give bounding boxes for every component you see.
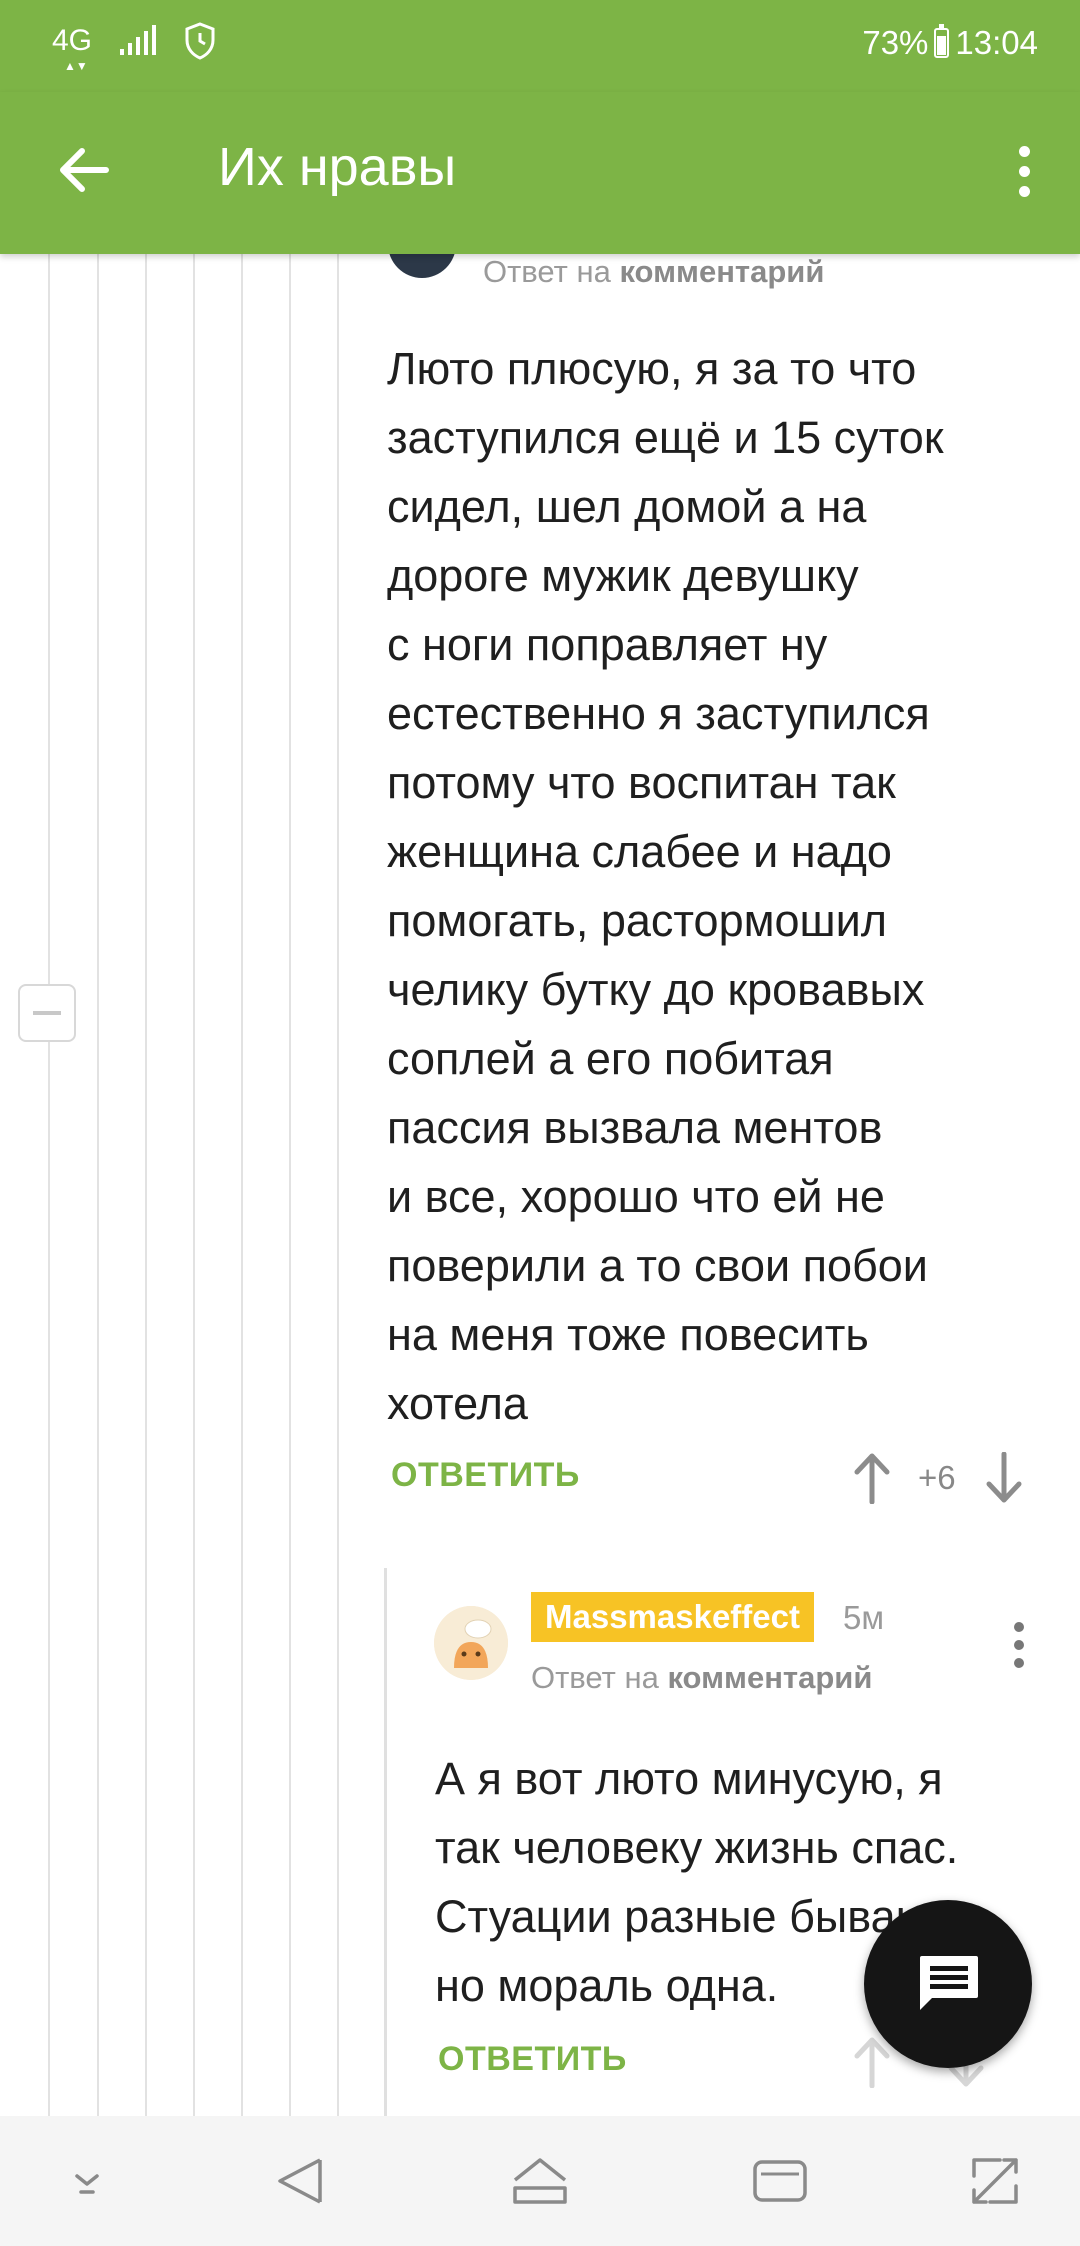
rating-value: +6: [918, 1459, 956, 1496]
comments-thread[interactable]: Ответ на комментарий Люто плюсую, я за т…: [0, 254, 1080, 2116]
comment-text: Люто плюсую, я за то что заступился ещё …: [387, 343, 944, 1429]
reply-prefix: Ответ на: [531, 1660, 659, 1695]
thread-guide-line: [48, 254, 50, 2116]
author-name[interactable]: Massmaskeffect: [531, 1592, 814, 1642]
reply-button[interactable]: ОТВЕТИТЬ: [391, 1456, 580, 1495]
back-button[interactable]: [54, 140, 114, 200]
avatar[interactable]: [388, 254, 456, 278]
reply-to-meta: Ответ на комментарий: [483, 254, 824, 290]
thread-guide-line: [289, 254, 291, 2116]
thread-guide-line: [337, 254, 339, 2116]
shield-icon: [185, 22, 215, 60]
status-left: 4G ▲▼: [52, 22, 216, 73]
collapse-thread-button[interactable]: [18, 984, 76, 1042]
reply-target-link[interactable]: комментарий: [619, 254, 824, 289]
network-label: 4G: [52, 24, 93, 57]
nav-back-button[interactable]: [268, 2146, 338, 2216]
network-indicator: 4G ▲▼: [52, 24, 93, 73]
thread-guide-line: [97, 254, 99, 2116]
nav-expand-button[interactable]: [960, 2146, 1030, 2216]
network-activity-icon: ▲▼: [64, 59, 88, 73]
nav-back-icon: [278, 2158, 322, 2204]
reply-to-meta: Ответ на комментарий: [531, 1660, 872, 1696]
thread-guide-line: [145, 254, 147, 2116]
status-bar: 4G ▲▼ 73% 13:04: [0, 0, 1080, 92]
reply-target-link[interactable]: комментарий: [667, 1660, 872, 1695]
chat-icon: [920, 1956, 978, 2010]
downvote-arrow-icon[interactable]: [984, 1452, 1024, 1504]
thread-guide-line: [241, 254, 243, 2116]
status-right: 73% 13:04: [862, 24, 1038, 62]
nav-expand-icon: [972, 2158, 1018, 2204]
signal-icon: [120, 25, 157, 55]
comment-time: 5м: [843, 1599, 885, 1636]
back-arrow-icon: [60, 148, 109, 192]
reply-button[interactable]: ОТВЕТИТЬ: [438, 2040, 627, 2079]
nav-down-button[interactable]: [52, 2146, 122, 2216]
system-nav-bar: [0, 2116, 1080, 2246]
page-title: Их нравы: [218, 137, 457, 197]
nav-home-button[interactable]: [505, 2146, 575, 2216]
nav-recents-button[interactable]: [745, 2146, 815, 2216]
nav-down-icon: [75, 2174, 99, 2194]
comment-fab-button[interactable]: [864, 1900, 1032, 2068]
reply-prefix: Ответ на: [483, 254, 611, 289]
vote-controls: +6: [852, 1452, 1024, 1504]
more-vert-icon: [1014, 1622, 1024, 1632]
clock: 13:04: [955, 24, 1038, 61]
nav-recents-icon: [753, 2160, 807, 2202]
more-vert-icon: [1018, 146, 1030, 157]
battery-icon: [934, 24, 950, 58]
nested-thread-line: [384, 1568, 387, 2116]
upvote-arrow-icon[interactable]: [852, 1452, 892, 1504]
app-bar: Их нравы: [0, 92, 1080, 254]
avatar-image: [434, 1606, 508, 1680]
upvote-arrow-icon[interactable]: [852, 2036, 892, 2088]
thread-guide-line: [193, 254, 195, 2116]
nav-home-icon: [513, 2158, 567, 2204]
avatar[interactable]: [434, 1606, 508, 1680]
battery-percent: 73%: [862, 24, 929, 61]
comment-more-button[interactable]: [1012, 1622, 1026, 1670]
more-options-button[interactable]: [1012, 146, 1036, 200]
